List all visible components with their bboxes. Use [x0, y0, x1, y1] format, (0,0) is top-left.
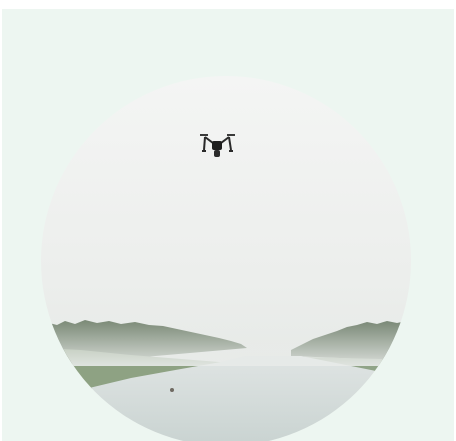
page [0, 0, 456, 441]
image-panel [2, 9, 454, 441]
water-dot [170, 388, 174, 392]
horizon-haze [41, 306, 411, 366]
circular-photo [41, 76, 411, 441]
drone-over-river-photo [41, 76, 411, 441]
